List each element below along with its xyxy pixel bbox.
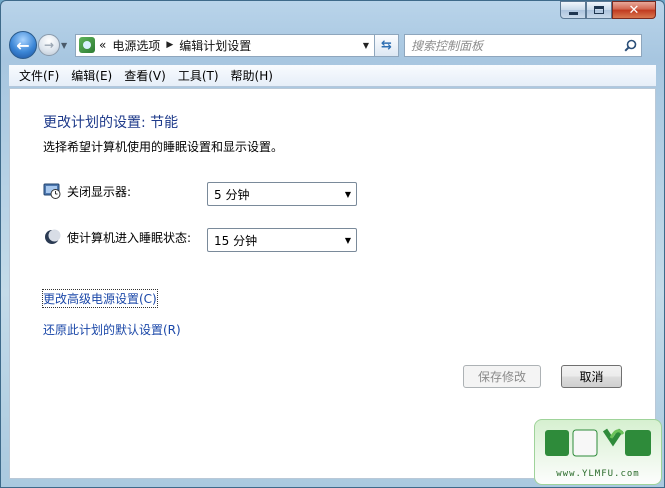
breadcrumb-power-options[interactable]: 电源选项	[112, 37, 160, 54]
menu-tools[interactable]: 工具(T)	[172, 67, 225, 84]
back-button[interactable]: ←	[9, 31, 37, 59]
menu-edit[interactable]: 编辑(E)	[65, 67, 118, 84]
cancel-button[interactable]: 取消	[561, 365, 622, 388]
sleep-setting: 使计算机进入睡眠状态:	[43, 228, 191, 246]
refresh-icon: ⇆	[381, 37, 392, 53]
forward-arrow-icon: →	[43, 38, 55, 52]
address-dropdown-icon[interactable]: ▼	[358, 41, 374, 50]
sleep-label: 使计算机进入睡眠状态:	[67, 230, 192, 245]
page-title: 更改计划的设置: 节能	[43, 115, 179, 131]
save-changes-button[interactable]: 保存修改	[463, 365, 541, 388]
page-subtitle: 选择希望计算机使用的睡眠设置和显示设置。	[43, 140, 284, 154]
maximize-button[interactable]	[586, 1, 612, 19]
address-overflow-chevron[interactable]: «	[99, 38, 106, 52]
control-panel-window: ✕ ← → ▼ « 电源选项 ▶ 编辑计划设置 ▼ ⇆ 搜索控制面板 文件(F)…	[0, 0, 665, 488]
sleep-value: 15 分钟	[214, 233, 258, 248]
display-off-setting: 关闭显示器:	[43, 182, 131, 200]
display-off-label: 关闭显示器:	[67, 184, 132, 199]
chevron-down-icon: ▼	[344, 235, 352, 245]
sleep-dropdown[interactable]: 15 分钟 ▼	[207, 228, 357, 252]
menu-file[interactable]: 文件(F)	[13, 67, 65, 84]
search-placeholder: 搜索控制面板	[411, 38, 484, 53]
address-bar[interactable]: « 电源选项 ▶ 编辑计划设置 ▼	[75, 33, 375, 57]
minimize-icon	[568, 11, 578, 15]
watermark-url: www.YLMFU.com	[556, 469, 640, 479]
minimize-button[interactable]	[560, 1, 586, 19]
caption-buttons: ✕	[560, 1, 656, 19]
back-arrow-icon: ←	[16, 35, 30, 55]
watermark-logo: www.YLMFU.com	[534, 419, 662, 485]
display-off-value: 5 分钟	[214, 187, 250, 202]
display-clock-icon	[43, 182, 61, 200]
maximize-icon	[594, 6, 604, 14]
breadcrumb-edit-plan-settings[interactable]: 编辑计划设置	[179, 37, 251, 54]
forward-button[interactable]: →	[38, 34, 60, 56]
moon-icon	[43, 228, 61, 246]
breadcrumb-separator-icon[interactable]: ▶	[166, 40, 173, 50]
chevron-down-icon: ▼	[344, 189, 352, 199]
navigation-bar: ← → ▼ « 电源选项 ▶ 编辑计划设置 ▼ ⇆ 搜索控制面板	[9, 29, 656, 61]
menu-help[interactable]: 帮助(H)	[225, 67, 279, 84]
history-dropdown-button[interactable]: ▼	[61, 41, 71, 50]
search-icon[interactable]	[619, 39, 641, 52]
menu-view[interactable]: 查看(V)	[118, 67, 172, 84]
search-input[interactable]: 搜索控制面板	[404, 33, 642, 57]
control-panel-icon	[79, 37, 95, 53]
ylmf-logo-icon	[545, 428, 651, 457]
close-button[interactable]: ✕	[612, 1, 656, 19]
refresh-button[interactable]: ⇆	[375, 33, 399, 57]
close-icon: ✕	[628, 2, 640, 18]
display-off-dropdown[interactable]: 5 分钟 ▼	[207, 182, 357, 206]
advanced-power-settings-link[interactable]: 更改高级电源设置(C)	[42, 289, 158, 308]
menu-bar: 文件(F) 编辑(E) 查看(V) 工具(T) 帮助(H)	[9, 65, 656, 87]
restore-defaults-link[interactable]: 还原此计划的默认设置(R)	[43, 321, 181, 338]
